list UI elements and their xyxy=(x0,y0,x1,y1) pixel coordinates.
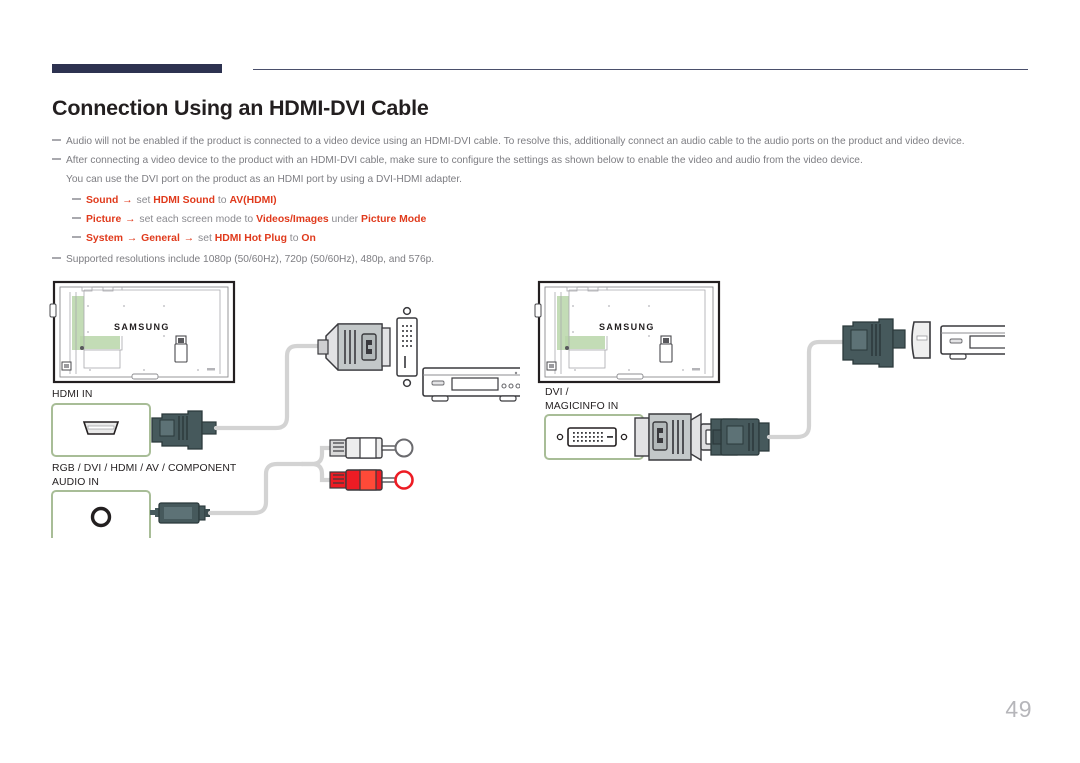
cable-audio-split-bottom xyxy=(299,461,335,483)
av-device-right xyxy=(940,325,1044,360)
step-system-text: System → General → set HDMI Hot Plug to … xyxy=(86,233,316,244)
note-resolutions: Supported resolutions include 1080p (50/… xyxy=(52,250,1032,269)
cable-audio-split-top xyxy=(299,445,335,467)
note-audio: Audio will not be enabled if the product… xyxy=(52,132,1032,151)
page-number: 49 xyxy=(1005,696,1032,722)
av-device-left xyxy=(422,367,526,402)
cable-hdmi-right xyxy=(766,339,848,440)
note-dash-icon xyxy=(72,236,81,238)
stereo-jack-plug-left xyxy=(150,502,210,524)
diagram-hdmi-to-dvi: SAMSUNG HDMI IN RGB / DVI / HDMI / AV / … xyxy=(40,278,526,544)
page-header xyxy=(0,0,1080,90)
step-sound-text: Sound → set HDMI Sound to AV(HDMI) xyxy=(86,195,277,206)
dvi-female-port-left xyxy=(396,306,418,388)
header-accent-bar xyxy=(52,64,222,73)
note-settings-text: After connecting a video device to the p… xyxy=(66,155,863,166)
header-divider-line xyxy=(253,69,1028,70)
dvi-connector-left xyxy=(317,323,391,371)
hdmi-plug-left xyxy=(151,410,217,450)
note-dash-icon xyxy=(52,139,61,141)
step-picture-text: Picture → set each screen mode to Videos… xyxy=(86,214,427,225)
note-settings-continuation: You can use the DVI port on the product … xyxy=(66,174,463,185)
audio-jack-female-icon xyxy=(90,506,112,528)
port-label-dvi-magicinfo-in: DVI / MAGICINFO IN xyxy=(545,387,619,412)
step-picture: Picture → set each screen mode to Videos… xyxy=(72,210,1032,229)
page-title: Connection Using an HDMI-DVI Cable xyxy=(52,96,429,120)
step-sound: Sound → set HDMI Sound to AV(HDMI) xyxy=(72,191,1032,210)
port-box-dvi-magicinfo-in xyxy=(544,414,644,460)
monitor-brand-right: SAMSUNG xyxy=(599,322,655,332)
hdmi-connector-device-right xyxy=(842,318,906,368)
dvi-female-icon xyxy=(556,427,628,447)
port-label-audio-in: RGB / DVI / HDMI / AV / COMPONENT AUDIO … xyxy=(52,463,237,488)
note-dash-icon xyxy=(72,198,81,200)
diagram-dvi-to-hdmi: SAMSUNG DVI / MAGICINFO IN xyxy=(525,278,1044,543)
note-dash-icon xyxy=(52,257,61,259)
note-resolutions-text: Supported resolutions include 1080p (50/… xyxy=(66,254,435,265)
monitor-back-left: SAMSUNG xyxy=(49,280,236,384)
dvi-plug-right xyxy=(634,412,718,462)
port-box-hdmi-in xyxy=(51,403,151,457)
settings-steps-list: Sound → set HDMI Sound to AV(HDMI) Pictu… xyxy=(52,191,1032,248)
hdmi-female-port-right xyxy=(911,321,931,359)
note-dash-icon xyxy=(72,217,81,219)
notes-section: Audio will not be enabled if the product… xyxy=(52,132,1032,269)
rca-plug-red xyxy=(329,469,414,491)
step-system: System → General → set HDMI Hot Plug to … xyxy=(72,229,1032,248)
port-box-audio-in xyxy=(51,490,151,544)
note-audio-text: Audio will not be enabled if the product… xyxy=(66,136,965,147)
hdmi-plug-right xyxy=(710,418,770,456)
rca-plug-white xyxy=(329,437,414,459)
connection-diagrams: SAMSUNG HDMI IN RGB / DVI / HDMI / AV / … xyxy=(0,278,1080,578)
hdmi-female-icon xyxy=(82,421,120,435)
note-dash-icon xyxy=(52,158,61,160)
note-settings: After connecting a video device to the p… xyxy=(52,151,1032,189)
monitor-back-right: SAMSUNG xyxy=(534,280,721,384)
diagram-hdmi-to-dvi-svg: SAMSUNG xyxy=(49,280,526,544)
port-label-hdmi-in: HDMI IN xyxy=(52,389,93,400)
monitor-brand-left: SAMSUNG xyxy=(114,322,170,332)
